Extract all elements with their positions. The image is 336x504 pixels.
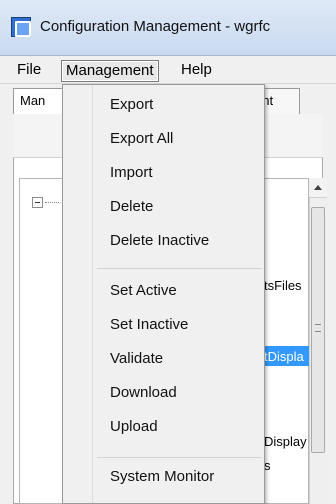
menu-item-export-all[interactable]: Export All: [110, 126, 173, 152]
menu-item-upload[interactable]: Upload: [110, 414, 158, 440]
menu-item-set-active[interactable]: Set Active: [110, 278, 177, 304]
menu-item-validate[interactable]: Validate: [110, 346, 163, 372]
menu-item-export[interactable]: Export: [110, 92, 153, 118]
menu-item-download[interactable]: Download: [110, 380, 177, 406]
tree-node-text[interactable]: tsFiles: [264, 278, 302, 293]
menu-separator: [97, 268, 262, 269]
menu-help[interactable]: Help: [177, 60, 216, 82]
menu-item-import[interactable]: Import: [110, 160, 153, 186]
tree-expander[interactable]: [32, 197, 43, 208]
menu-item-delete-inactive[interactable]: Delete Inactive: [110, 228, 209, 254]
scroll-grip-icon: [315, 324, 321, 332]
menu-file[interactable]: File: [13, 60, 45, 82]
app-icon: [11, 17, 31, 37]
title-bar: Configuration Management - wgrfc: [0, 0, 336, 56]
management-menu: Export Export All Import Delete Delete I…: [62, 84, 265, 504]
menu-separator: [97, 457, 262, 458]
tree-node-text[interactable]: Display: [264, 434, 307, 449]
window-title: Configuration Management - wgrfc: [40, 18, 271, 35]
menu-bar: File Management Help: [0, 56, 336, 84]
tree-connector: [45, 202, 59, 203]
menu-item-system-monitor[interactable]: System Monitor: [110, 464, 214, 490]
application-window: Configuration Management - wgrfc File Ma…: [0, 0, 336, 504]
scroll-up-button[interactable]: [309, 178, 327, 198]
tree-node-text-selected[interactable]: tDispla: [264, 349, 304, 364]
menu-management[interactable]: Management: [61, 60, 159, 82]
menu-item-set-inactive[interactable]: Set Inactive: [110, 312, 188, 338]
menu-item-delete[interactable]: Delete: [110, 194, 153, 220]
